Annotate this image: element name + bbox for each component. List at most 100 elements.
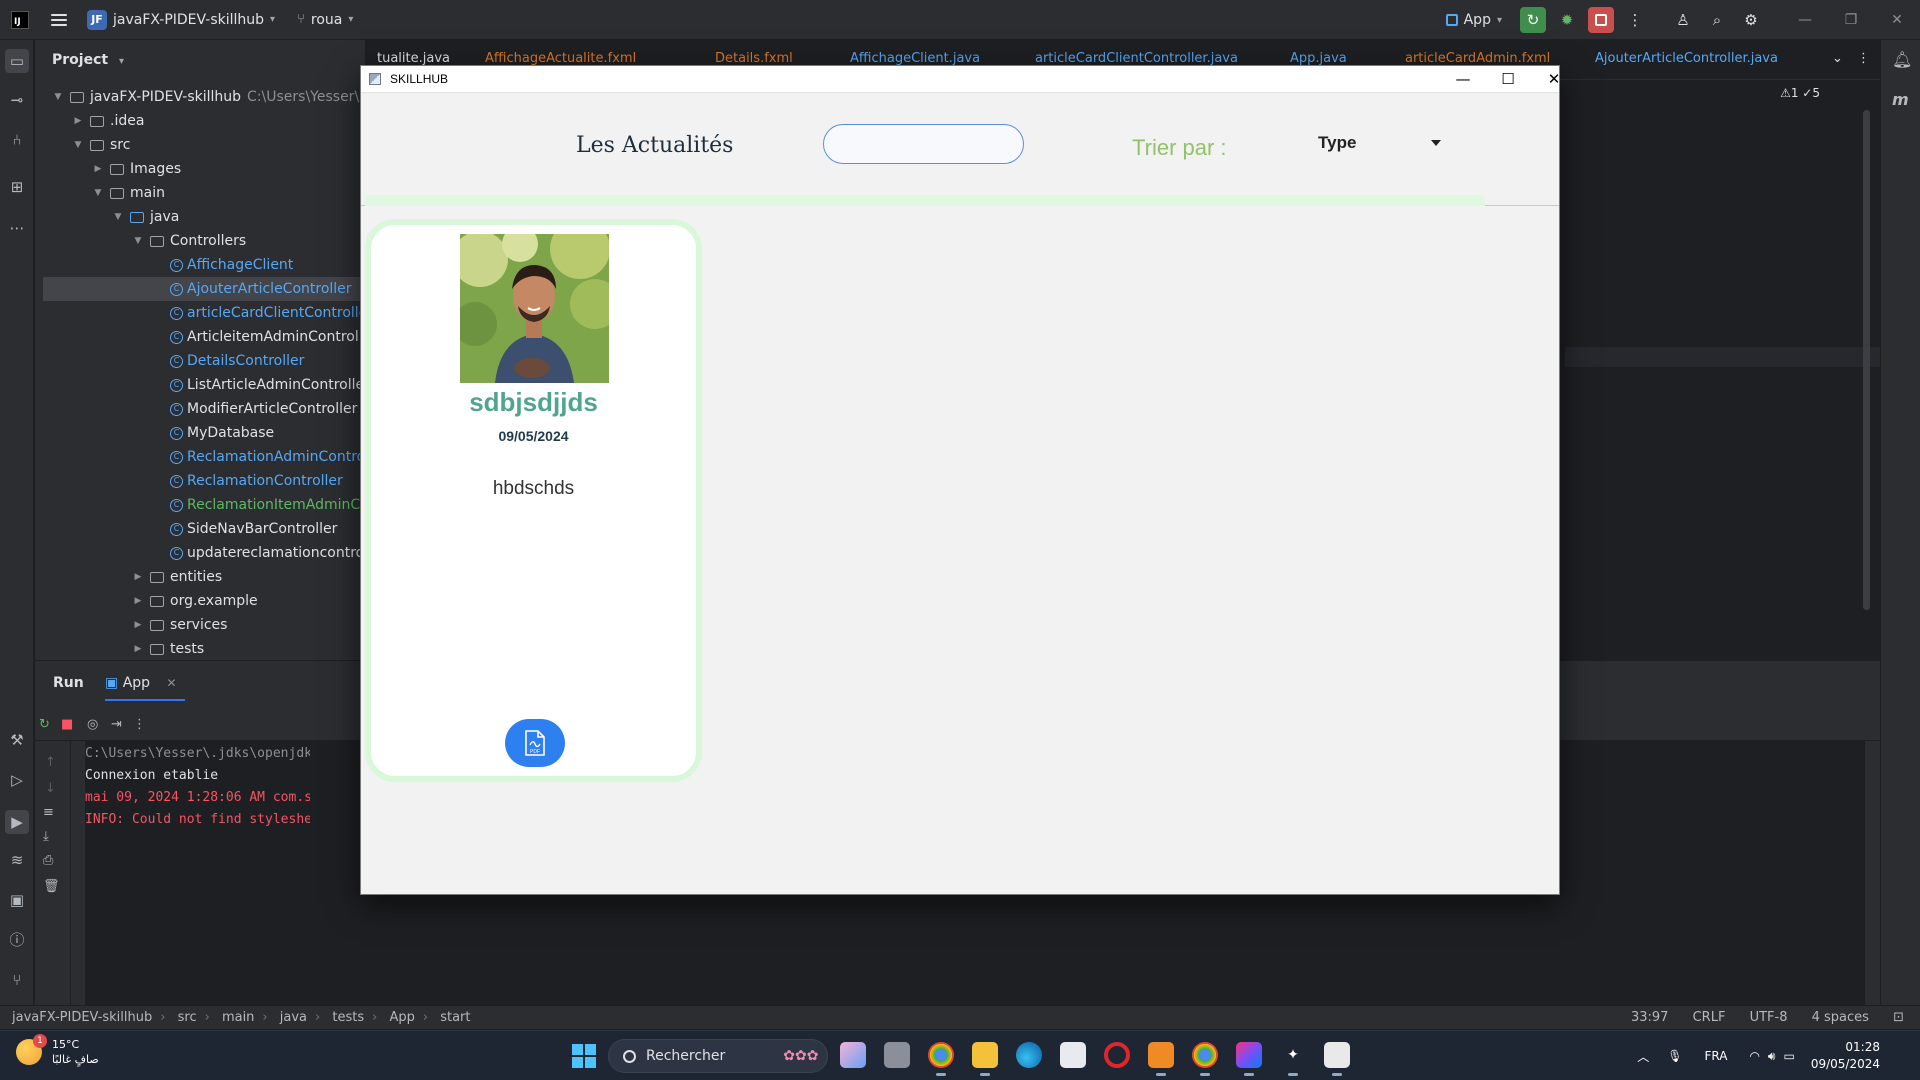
microphone-icon[interactable]: 🎙︎ [1667, 1049, 1682, 1063]
editor-tab[interactable]: AffichageActualite.fxml [485, 51, 636, 66]
java-duke-icon[interactable]: ✦ [1280, 1042, 1306, 1076]
scroll-down-icon[interactable]: ↓ [45, 781, 56, 796]
structure-icon[interactable]: ⊞ [7, 177, 27, 197]
close-icon[interactable]: ✕ [1537, 68, 1571, 90]
editor-tab-active[interactable]: App.java [1290, 51, 1347, 66]
xampp-icon[interactable] [1148, 1042, 1174, 1076]
tree-item-images[interactable]: ▶ Images [92, 157, 182, 181]
layers-icon[interactable]: ≋ [7, 850, 27, 870]
wifi-icon[interactable]: ◠ [1749, 1049, 1759, 1063]
tree-class-item[interactable]: C ListArticleAdminController [170, 373, 370, 397]
rerun-button[interactable]: ↻ [1520, 7, 1546, 33]
inspection-badges[interactable]: ⚠1 ✓5 [1780, 86, 1820, 100]
article-card[interactable]: sdbjsdjjds 09/05/2024 hbdschds PDF [365, 219, 702, 782]
tree-item-controllers[interactable]: ▼ Controllers [132, 229, 247, 253]
battery-icon[interactable]: ▭ [1783, 1049, 1794, 1063]
tree-class-item[interactable]: C MyDatabase [170, 421, 274, 445]
start-button-windows-icon[interactable] [572, 1044, 596, 1068]
editor-tab[interactable]: articleCardClientController.java [1035, 51, 1238, 66]
tree-class-item-selected[interactable]: C AjouterArticleController [43, 277, 365, 301]
chrome-icon[interactable] [928, 1042, 954, 1076]
lock-icon[interactable]: ⊡ [1893, 1010, 1904, 1025]
breadcrumb-item[interactable]: start [440, 1010, 470, 1025]
breadcrumb-item[interactable]: javaFX-PIDEV-skillhub [12, 1010, 152, 1025]
editor-scrollbar[interactable] [1863, 110, 1870, 610]
breadcrumb-item[interactable]: src [178, 1010, 197, 1025]
tab-more-icon[interactable]: ⋮ [1857, 51, 1870, 66]
editor-tab[interactable]: Details.fxml [715, 51, 793, 66]
more-actions-icon[interactable]: ⋮ [1622, 7, 1648, 33]
intellij-idea-icon[interactable] [1236, 1042, 1262, 1076]
app-window-title-bar[interactable]: SKILLHUB — ☐ ✕ [361, 66, 1560, 93]
commit-icon[interactable]: ⊸ [7, 90, 27, 110]
copilot-icon[interactable] [840, 1042, 866, 1068]
skillhub-app-icon[interactable] [1324, 1042, 1350, 1076]
close-tab-icon[interactable]: ✕ [167, 676, 177, 690]
indent-setting[interactable]: 4 spaces [1812, 1010, 1869, 1025]
line-separator[interactable]: CRLF [1693, 1010, 1726, 1025]
microsoft-store-icon[interactable] [1060, 1042, 1086, 1068]
scroll-up-icon[interactable]: ↑ [45, 755, 56, 770]
project-name[interactable]: javaFX-PIDEV-skillhub [113, 12, 264, 28]
breadcrumb-item[interactable]: main [222, 1010, 254, 1025]
notifications-bell-icon[interactable]: 🔔︎ [1892, 50, 1912, 69]
tree-item-services[interactable]: ▶ services [132, 613, 228, 637]
scroll-to-end-icon[interactable]: ⤓ [43, 829, 49, 844]
breadcrumb-item[interactable]: java [280, 1010, 307, 1025]
tree-item-tests[interactable]: ▶ tests [132, 637, 205, 661]
input-language[interactable]: FRA [1704, 1049, 1727, 1063]
soft-wrap-icon[interactable]: ≡ [43, 805, 54, 820]
tree-class-item[interactable]: Cupdatereclamationcontrolle [170, 541, 381, 565]
export-pdf-button[interactable]: PDF [505, 719, 565, 767]
trash-icon[interactable]: 🗑︎ [43, 879, 60, 894]
project-badge[interactable]: JF [87, 9, 107, 30]
tree-item-org-example[interactable]: ▶ org.example [132, 589, 258, 613]
editor-tab[interactable]: AffichageClient.java [850, 51, 980, 66]
more-icon[interactable]: ⋮ [133, 717, 146, 732]
pull-requests-icon[interactable]: ⑃ [7, 130, 27, 150]
stop-button[interactable] [1588, 7, 1614, 33]
tree-class-item[interactable]: C ArticleitemAdminController [170, 325, 377, 349]
tree-item-main[interactable]: ▼ main [92, 181, 165, 205]
breadcrumb-item[interactable]: tests [332, 1010, 364, 1025]
run-panel-title[interactable]: Run [53, 675, 84, 691]
weather-widget[interactable]: 1 15°C صافٍ غالبًا [16, 1034, 99, 1067]
close-window-icon[interactable]: ✕ [1874, 12, 1920, 28]
file-explorer-icon[interactable] [972, 1042, 998, 1076]
file-encoding[interactable]: UTF-8 [1750, 1010, 1788, 1025]
debug-icon[interactable]: ✹ [1554, 7, 1580, 33]
stop-icon[interactable]: ■ [61, 717, 73, 732]
terminal-icon[interactable]: ▣ [7, 890, 27, 910]
camera-icon[interactable]: ◎ [87, 717, 98, 732]
search-input[interactable] [823, 124, 1024, 164]
sort-type-dropdown[interactable]: Type [1306, 123, 1451, 163]
taskbar-search[interactable]: Rechercher ✿✿✿ [608, 1039, 828, 1073]
vcs-branch-widget[interactable]: ⑂ roua ▾ [297, 12, 353, 28]
tree-root[interactable]: ▼ javaFX-PIDEV-skillhub C:\Users\Yesser\… [52, 85, 378, 109]
print-icon[interactable]: ⎙ [43, 853, 53, 868]
editor-tab[interactable]: AjouterArticleController.java [1595, 51, 1778, 66]
tree-item-entities[interactable]: ▶ entities [132, 565, 223, 589]
restore-window-icon[interactable]: ❐ [1828, 12, 1874, 28]
build-hammer-icon[interactable]: ⚒ [7, 730, 27, 750]
system-clock[interactable]: 01:28 09/05/2024 [1811, 1039, 1880, 1073]
caret-position[interactable]: 33:97 [1631, 1010, 1668, 1025]
chrome-profile-icon[interactable] [1192, 1042, 1218, 1076]
more-tools-icon[interactable]: ⋯ [7, 218, 27, 238]
run-tool-icon[interactable]: ▶ [5, 810, 29, 834]
edge-icon[interactable] [1016, 1042, 1042, 1068]
rerun-icon[interactable]: ↻ [39, 717, 50, 732]
maven-icon[interactable]: m [1892, 90, 1909, 109]
tree-class-item[interactable]: C SideNavBarController [170, 517, 337, 541]
project-folder-icon[interactable]: ▭ [5, 49, 29, 73]
tab-list-chevron-icon[interactable]: ⌄ [1832, 51, 1843, 66]
problems-icon[interactable]: ⓘ [7, 930, 27, 950]
tree-class-item[interactable]: C ModifierArticleController [170, 397, 357, 421]
tree-class-item[interactable]: CarticleCardClientController [170, 301, 373, 325]
run-tab-app[interactable]: ▣ App ✕ [105, 675, 185, 701]
project-panel-title[interactable]: Project ▾ [52, 52, 124, 68]
services-icon[interactable]: ▷ [7, 770, 27, 790]
run-configuration-selector[interactable]: App ▾ [1445, 12, 1502, 28]
search-everywhere-icon[interactable]: ⌕ [1704, 7, 1730, 33]
maximize-icon[interactable]: ☐ [1491, 68, 1525, 90]
